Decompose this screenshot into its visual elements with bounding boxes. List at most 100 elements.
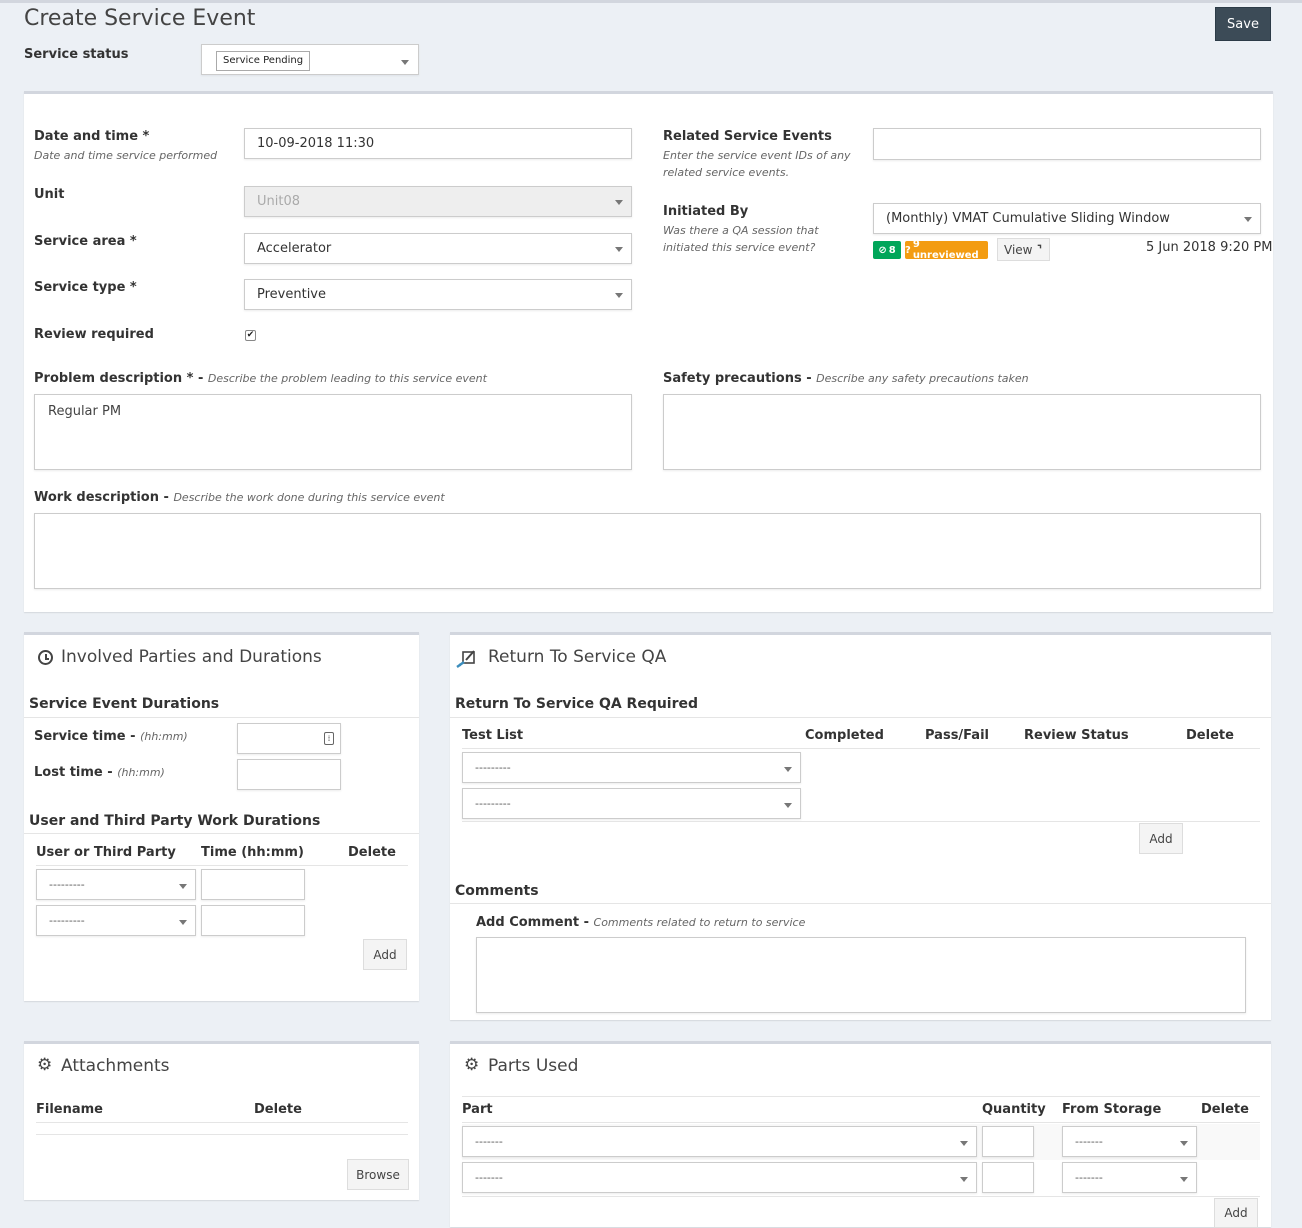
initiated-by-select[interactable]: (Monthly) VMAT Cumulative Sliding Window — [873, 203, 1261, 234]
quantity-input[interactable] — [982, 1162, 1034, 1193]
service-type-label: Service type * — [34, 280, 137, 295]
initiated-by-help-1: Was there a QA session that — [663, 224, 819, 237]
rtsqa-panel: Return To Service QA Return To Service Q… — [450, 632, 1271, 1020]
related-events-help-1: Enter the service event IDs of any — [663, 149, 851, 162]
test-list-value: --------- — [475, 797, 511, 810]
related-events-input[interactable] — [873, 128, 1261, 160]
lost-time-sep: - — [102, 765, 118, 780]
divider — [36, 1134, 408, 1135]
date-time-input[interactable]: 10-09-2018 11:30 — [244, 128, 632, 159]
part-select[interactable]: ------- — [462, 1126, 977, 1157]
unit-select[interactable]: Unit08 — [244, 186, 632, 217]
divider — [462, 1196, 1260, 1197]
add-test-list-button[interactable]: Add — [1139, 823, 1183, 854]
divider — [36, 865, 408, 866]
work-description-textarea[interactable] — [34, 513, 1261, 589]
quantity-input[interactable] — [982, 1126, 1034, 1157]
divider — [462, 1096, 1260, 1097]
safety-precautions-help: Describe any safety precautions taken — [816, 372, 1029, 385]
add-comment-sep: - — [579, 915, 594, 930]
test-list-value: --------- — [475, 761, 511, 774]
related-events-label: Related Service Events — [663, 129, 832, 144]
chevron-down-icon — [615, 293, 623, 298]
chevron-down-icon — [784, 767, 792, 772]
review-required-label: Review required — [34, 327, 154, 342]
problem-description-header: Problem description * - Describe the pro… — [34, 370, 487, 387]
work-time-input[interactable] — [201, 869, 305, 900]
service-status-label: Service status — [24, 47, 129, 62]
problem-description-label: Problem description * — [34, 371, 194, 386]
chevron-down-icon — [615, 247, 623, 252]
col-quantity: Quantity — [982, 1102, 1046, 1117]
user-select[interactable]: --------- — [36, 905, 196, 936]
service-time-input[interactable]: ⁞ — [237, 723, 341, 754]
work-durations-heading: User and Third Party Work Durations — [29, 813, 321, 829]
col-review-status: Review Status — [1024, 728, 1129, 743]
col-time: Time (hh:mm) — [201, 845, 304, 860]
test-list-select[interactable]: --------- — [462, 752, 801, 783]
add-work-duration-button[interactable]: Add — [363, 939, 407, 970]
lost-time-label: Lost time — [34, 765, 103, 780]
attachments-panel: ⚙ Attachments Filename Delete Browse — [24, 1041, 419, 1200]
view-qa-session-button[interactable]: View ⌝ — [997, 238, 1050, 261]
browse-button[interactable]: Browse — [347, 1159, 409, 1190]
divider — [450, 903, 1271, 904]
test-list-select[interactable]: --------- — [462, 788, 801, 819]
divider — [24, 833, 419, 834]
part-select[interactable]: ------- — [462, 1162, 977, 1193]
storage-value: ------- — [1075, 1171, 1103, 1184]
user-select-value: --------- — [49, 914, 85, 927]
date-time-help: Date and time service performed — [34, 149, 218, 162]
problem-description-sep: - — [193, 371, 208, 386]
unreviewed-count: 9 unreviewed — [912, 239, 979, 261]
work-time-input[interactable] — [201, 905, 305, 936]
chevron-down-icon — [179, 920, 187, 925]
service-event-form: Date and time * Date and time service pe… — [24, 91, 1273, 612]
service-area-select[interactable]: Accelerator — [244, 233, 632, 264]
ok-count: 8 — [888, 244, 896, 256]
chevron-down-icon — [179, 884, 187, 889]
view-label: View — [1004, 242, 1033, 257]
divider — [462, 748, 1260, 749]
work-description-help: Describe the work done during this servi… — [173, 491, 445, 504]
storage-select[interactable]: ------- — [1062, 1162, 1197, 1193]
work-description-header: Work description - Describe the work don… — [34, 489, 445, 506]
service-time-help: (hh:mm) — [140, 730, 188, 743]
safety-precautions-header: Safety precautions - Describe any safety… — [663, 370, 1029, 387]
service-type-select[interactable]: Preventive — [244, 279, 632, 310]
service-time-sep: - — [125, 729, 141, 744]
stopwatch-icon[interactable]: ⁞ — [324, 732, 334, 745]
add-comment-help: Comments related to return to service — [593, 916, 806, 929]
save-button[interactable]: Save — [1215, 7, 1271, 41]
work-description-sep: - — [159, 490, 174, 505]
top-border — [0, 0, 1302, 3]
service-status-select[interactable]: Service Pending — [201, 44, 419, 75]
parts-used-panel: ⚙ Parts Used Part Quantity From Storage … — [450, 1041, 1271, 1228]
add-comment-textarea[interactable] — [476, 937, 1246, 1013]
service-type-value: Preventive — [257, 287, 326, 302]
user-select[interactable]: --------- — [36, 869, 196, 900]
lost-time-input[interactable] — [237, 759, 341, 790]
col-user-third-party: User or Third Party — [36, 845, 176, 860]
part-value: ------- — [475, 1135, 503, 1148]
storage-select[interactable]: ------- — [1062, 1126, 1197, 1157]
col-pass-fail: Pass/Fail — [925, 728, 989, 743]
attachments-title: Attachments — [61, 1056, 170, 1076]
part-value: ------- — [475, 1171, 503, 1184]
add-comment-header: Add Comment - Comments related to return… — [476, 914, 805, 931]
col-completed: Completed — [805, 728, 884, 743]
safety-precautions-textarea[interactable] — [663, 394, 1261, 470]
review-required-checkbox[interactable]: ✔ — [245, 330, 256, 341]
unit-value: Unit08 — [257, 194, 301, 209]
service-status-tag: Service Pending — [216, 51, 311, 71]
service-time-header: Service time - (hh:mm) — [34, 728, 188, 745]
date-time-label: Date and time * — [34, 129, 150, 144]
problem-description-textarea[interactable]: Regular PM — [34, 394, 632, 470]
col-filename: Filename — [36, 1102, 103, 1117]
chevron-down-icon — [401, 60, 409, 65]
edit-icon — [456, 649, 478, 669]
add-part-button[interactable]: Add — [1214, 1198, 1258, 1228]
chevron-down-icon — [1180, 1141, 1188, 1146]
service-time-label: Service time — [34, 729, 126, 744]
work-description-label: Work description — [34, 490, 159, 505]
